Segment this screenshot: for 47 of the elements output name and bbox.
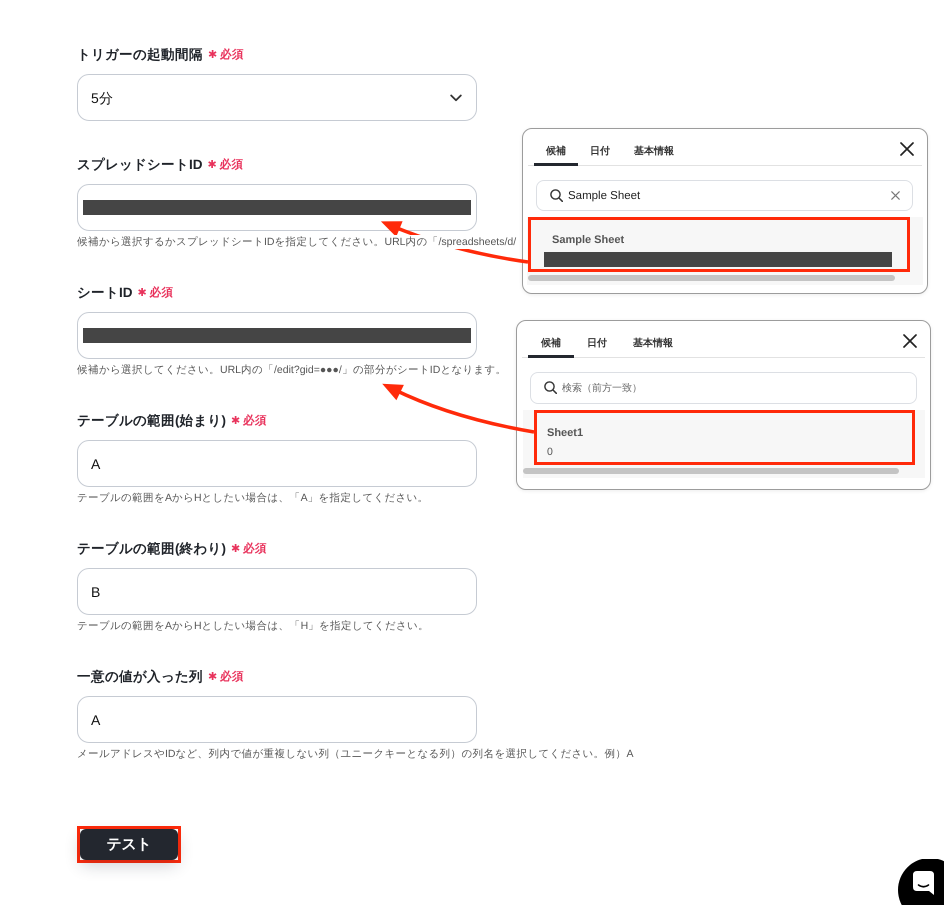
tab[interactable]: 候補 — [534, 129, 578, 166]
search-field[interactable]: Sample Sheet — [536, 180, 913, 211]
required-asterisk: ✱ — [208, 158, 217, 173]
scrollbar-thumb[interactable] — [523, 468, 899, 474]
close-icon[interactable] — [900, 142, 914, 156]
text-field[interactable]: A — [77, 696, 477, 743]
field-label: シートID — [77, 284, 132, 302]
field-label: スプレッドシートID — [77, 156, 202, 174]
text-field[interactable]: A — [77, 440, 477, 487]
help-text: メールアドレスやIDなど、列内で値が重複しない列（ユニークキーとなる列）の列名を選択してください。例）A — [77, 747, 634, 761]
field-label: テーブルの範囲(終わり) — [77, 540, 226, 558]
tab[interactable]: 基本情報 — [622, 129, 686, 166]
required-label: 必須 — [243, 541, 268, 557]
search-icon — [544, 381, 557, 394]
text-field[interactable]: B — [77, 568, 477, 615]
search-field[interactable]: 検索（前方一致） — [530, 372, 917, 404]
required-asterisk: ✱ — [208, 670, 218, 685]
field-label: 一意の値が入った列 — [77, 668, 203, 686]
chat-button[interactable] — [897, 859, 944, 905]
help-text: 候補から選択するかスプレッドシートIDを指定してください。URL内の「/spreadsheets/d/ — [77, 235, 516, 249]
clear-icon[interactable] — [891, 191, 900, 200]
chevron-down-icon — [450, 94, 462, 102]
required-asterisk: ✱ — [208, 48, 218, 63]
required-asterisk: ✱ — [138, 286, 147, 301]
tab[interactable]: 基本情報 — [620, 321, 686, 358]
required-label: 必須 — [220, 47, 244, 63]
required-label: 必須 — [220, 669, 244, 685]
required-label: 必須 — [243, 413, 268, 429]
tab[interactable]: 日付 — [578, 129, 622, 166]
tab[interactable]: 候補 — [528, 321, 574, 358]
field-label: トリガーの起動間隔 — [77, 46, 203, 64]
tab[interactable]: 日付 — [574, 321, 620, 358]
dropdown[interactable]: 5分 — [77, 74, 477, 121]
required-asterisk: ✱ — [231, 542, 240, 557]
text-field[interactable] — [77, 184, 477, 231]
result-item[interactable]: Sample Sheet — [528, 217, 910, 272]
chat-icon — [913, 871, 934, 895]
text-field[interactable] — [77, 312, 477, 359]
search-icon — [550, 189, 563, 202]
required-label: 必須 — [220, 157, 244, 173]
required-label: 必須 — [150, 285, 174, 301]
field-label: テーブルの範囲(始まり) — [77, 412, 226, 430]
scrollbar-thumb[interactable] — [528, 275, 895, 281]
result-item[interactable]: Sheet1 0 — [534, 410, 915, 465]
required-asterisk: ✱ — [231, 414, 240, 429]
close-icon[interactable] — [903, 334, 917, 348]
test-button[interactable]: テスト — [80, 829, 178, 860]
